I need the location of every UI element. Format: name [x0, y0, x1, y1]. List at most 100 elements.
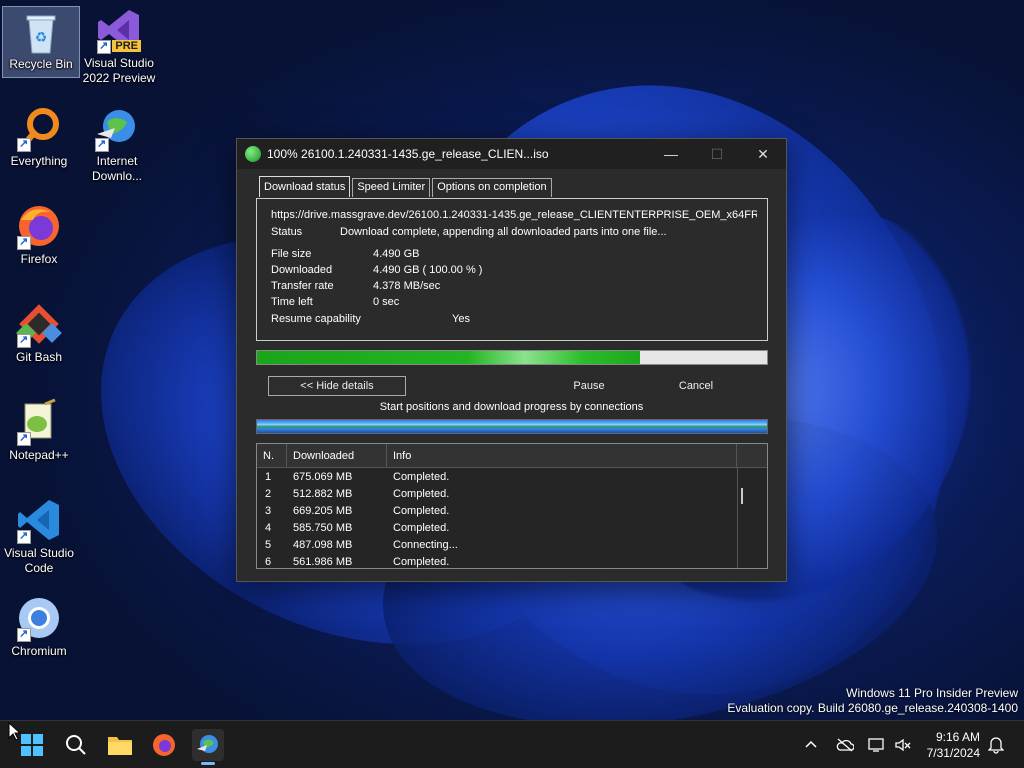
cell-n: 2: [265, 487, 272, 500]
cell-info: Completed.: [393, 470, 450, 483]
desktop-icon-label: Everything: [10, 154, 68, 168]
idm-taskbar-button[interactable]: [192, 729, 224, 765]
file-size-row: File size 4.490 GB: [271, 248, 419, 260]
desktop-icon-label: Firefox: [20, 252, 58, 266]
firefox-taskbar-button[interactable]: [148, 729, 180, 761]
downloaded-label: Downloaded: [271, 264, 333, 276]
downloaded-value: 4.490 GB ( 100.00 % ): [373, 264, 483, 276]
shortcut-arrow-icon: [97, 39, 111, 54]
onedrive-tray-button[interactable]: [836, 721, 854, 768]
bell-icon: [988, 737, 1004, 754]
download-progress-bar: [256, 350, 768, 365]
cell-info: Completed.: [393, 521, 450, 534]
table-row[interactable]: 1 675.069 MB Completed.: [257, 468, 767, 485]
windows-logo-icon: [21, 734, 43, 756]
pause-button[interactable]: Pause: [550, 376, 628, 396]
cell-info: Completed.: [393, 504, 450, 517]
desktop-icon-git-bash[interactable]: Git Bash: [0, 300, 78, 365]
watermark-line-1: Windows 11 Pro Insider Preview: [846, 686, 1018, 700]
column-header-info[interactable]: Info: [387, 444, 737, 467]
shortcut-arrow-icon: [17, 333, 31, 348]
desktop-icon-visual-studio[interactable]: PRE Visual Studio 2022 Preview: [80, 6, 158, 86]
active-indicator: [201, 762, 215, 765]
close-button[interactable]: ✕: [740, 139, 786, 169]
cell-downloaded: 585.750 MB: [293, 521, 353, 534]
scrollbar-thumb[interactable]: [741, 488, 743, 504]
file-size-value: 4.490 GB: [373, 248, 420, 260]
tab-strip: Download status Speed Limiter Options on…: [259, 176, 554, 197]
visual-studio-icon: PRE: [95, 6, 143, 54]
desktop-icon-label: Internet Downlo...: [91, 154, 143, 183]
vscode-icon: [15, 496, 63, 544]
network-tray-button[interactable]: [868, 721, 886, 768]
table-scrollbar[interactable]: [737, 468, 767, 568]
desktop-icon-notepadpp[interactable]: Notepad++: [0, 398, 78, 463]
file-size-label: File size: [271, 248, 312, 260]
table-row[interactable]: 2 512.882 MB Completed.: [257, 485, 767, 502]
watermark-line-2: Evaluation copy. Build 26080.ge_release.…: [727, 701, 1018, 715]
status-value: Download complete, appending all downloa…: [340, 226, 667, 238]
downloaded-row: Downloaded 4.490 GB ( 100.00 % ): [271, 264, 482, 276]
desktop-icon-recycle-bin[interactable]: ♻ Recycle Bin: [2, 6, 80, 78]
clock-time: 9:16 AM: [935, 730, 980, 744]
notepadpp-icon: [15, 398, 63, 446]
transfer-rate-label: Transfer rate: [271, 280, 334, 292]
firefox-icon: [153, 734, 175, 756]
desktop-icon-idm[interactable]: Internet Downlo...: [78, 104, 156, 184]
table-row[interactable]: 6 561.986 MB Completed.: [257, 553, 767, 568]
idm-icon: [93, 104, 141, 152]
column-header-downloaded[interactable]: Downloaded: [287, 444, 387, 467]
desktop-icon-label: Notepad++: [9, 448, 69, 462]
progress-fill: [257, 351, 640, 364]
shortcut-arrow-icon: [95, 137, 109, 152]
tab-options-on-completion[interactable]: Options on completion: [432, 178, 552, 197]
tab-speed-limiter[interactable]: Speed Limiter: [352, 178, 431, 197]
volume-tray-button[interactable]: [894, 721, 912, 768]
transfer-rate-value: 4.378 MB/sec: [373, 280, 441, 292]
shortcut-arrow-icon: [17, 235, 31, 250]
network-icon: [868, 738, 884, 752]
firefox-icon: [15, 202, 63, 250]
cell-downloaded: 512.882 MB: [293, 487, 353, 500]
clock[interactable]: 9:16 AM 7/31/2024: [927, 729, 980, 761]
minimize-button[interactable]: —: [648, 139, 694, 169]
cell-info: Completed.: [393, 487, 450, 500]
column-header-n[interactable]: N.: [257, 444, 287, 467]
hide-details-button[interactable]: << Hide details: [268, 376, 406, 396]
time-left-value: 0 sec: [373, 296, 400, 308]
cancel-button[interactable]: Cancel: [657, 376, 735, 396]
git-bash-icon: [15, 300, 63, 348]
download-url: https://drive.massgrave.dev/26100.1.2403…: [271, 209, 757, 221]
table-row[interactable]: 5 487.098 MB Connecting...: [257, 536, 767, 553]
file-explorer-button[interactable]: [104, 729, 136, 761]
shortcut-arrow-icon: [17, 529, 31, 544]
table-row[interactable]: 3 669.205 MB Completed.: [257, 502, 767, 519]
pre-badge: PRE: [112, 40, 141, 52]
desktop-icon-everything[interactable]: Everything: [0, 104, 78, 169]
svg-text:♻: ♻: [35, 29, 48, 45]
maximize-button: ☐: [710, 145, 724, 162]
search-button[interactable]: [60, 729, 92, 761]
connections-progress-bar: [256, 419, 768, 434]
show-hidden-icons-button[interactable]: [804, 721, 818, 768]
shortcut-arrow-icon: [17, 431, 31, 446]
idm-icon: [197, 735, 218, 753]
tab-download-status[interactable]: Download status: [259, 176, 351, 197]
table-header: N. Downloaded Info: [257, 444, 767, 468]
desktop-icon-label: Recycle Bin: [9, 57, 73, 71]
time-left-label: Time left: [271, 296, 313, 308]
cell-downloaded: 675.069 MB: [293, 470, 353, 483]
desktop-icon-vscode[interactable]: Visual Studio Code: [0, 496, 78, 576]
status-row: Status Download complete, appending all …: [271, 226, 667, 238]
cloud-offline-icon: [836, 738, 854, 752]
download-status-panel: https://drive.massgrave.dev/26100.1.2403…: [256, 198, 768, 341]
window-client: Download status Speed Limiter Options on…: [237, 169, 786, 581]
folder-icon: [108, 737, 132, 755]
notifications-button[interactable]: [988, 721, 1004, 768]
window-titlebar[interactable]: 100% 26100.1.240331-1435.ge_release_CLIE…: [237, 139, 786, 169]
chevron-up-icon: [805, 740, 817, 748]
desktop-icon-chromium[interactable]: Chromium: [0, 594, 78, 659]
desktop-icon-firefox[interactable]: Firefox: [0, 202, 78, 267]
volume-muted-icon: [895, 738, 911, 752]
table-row[interactable]: 4 585.750 MB Completed.: [257, 519, 767, 536]
